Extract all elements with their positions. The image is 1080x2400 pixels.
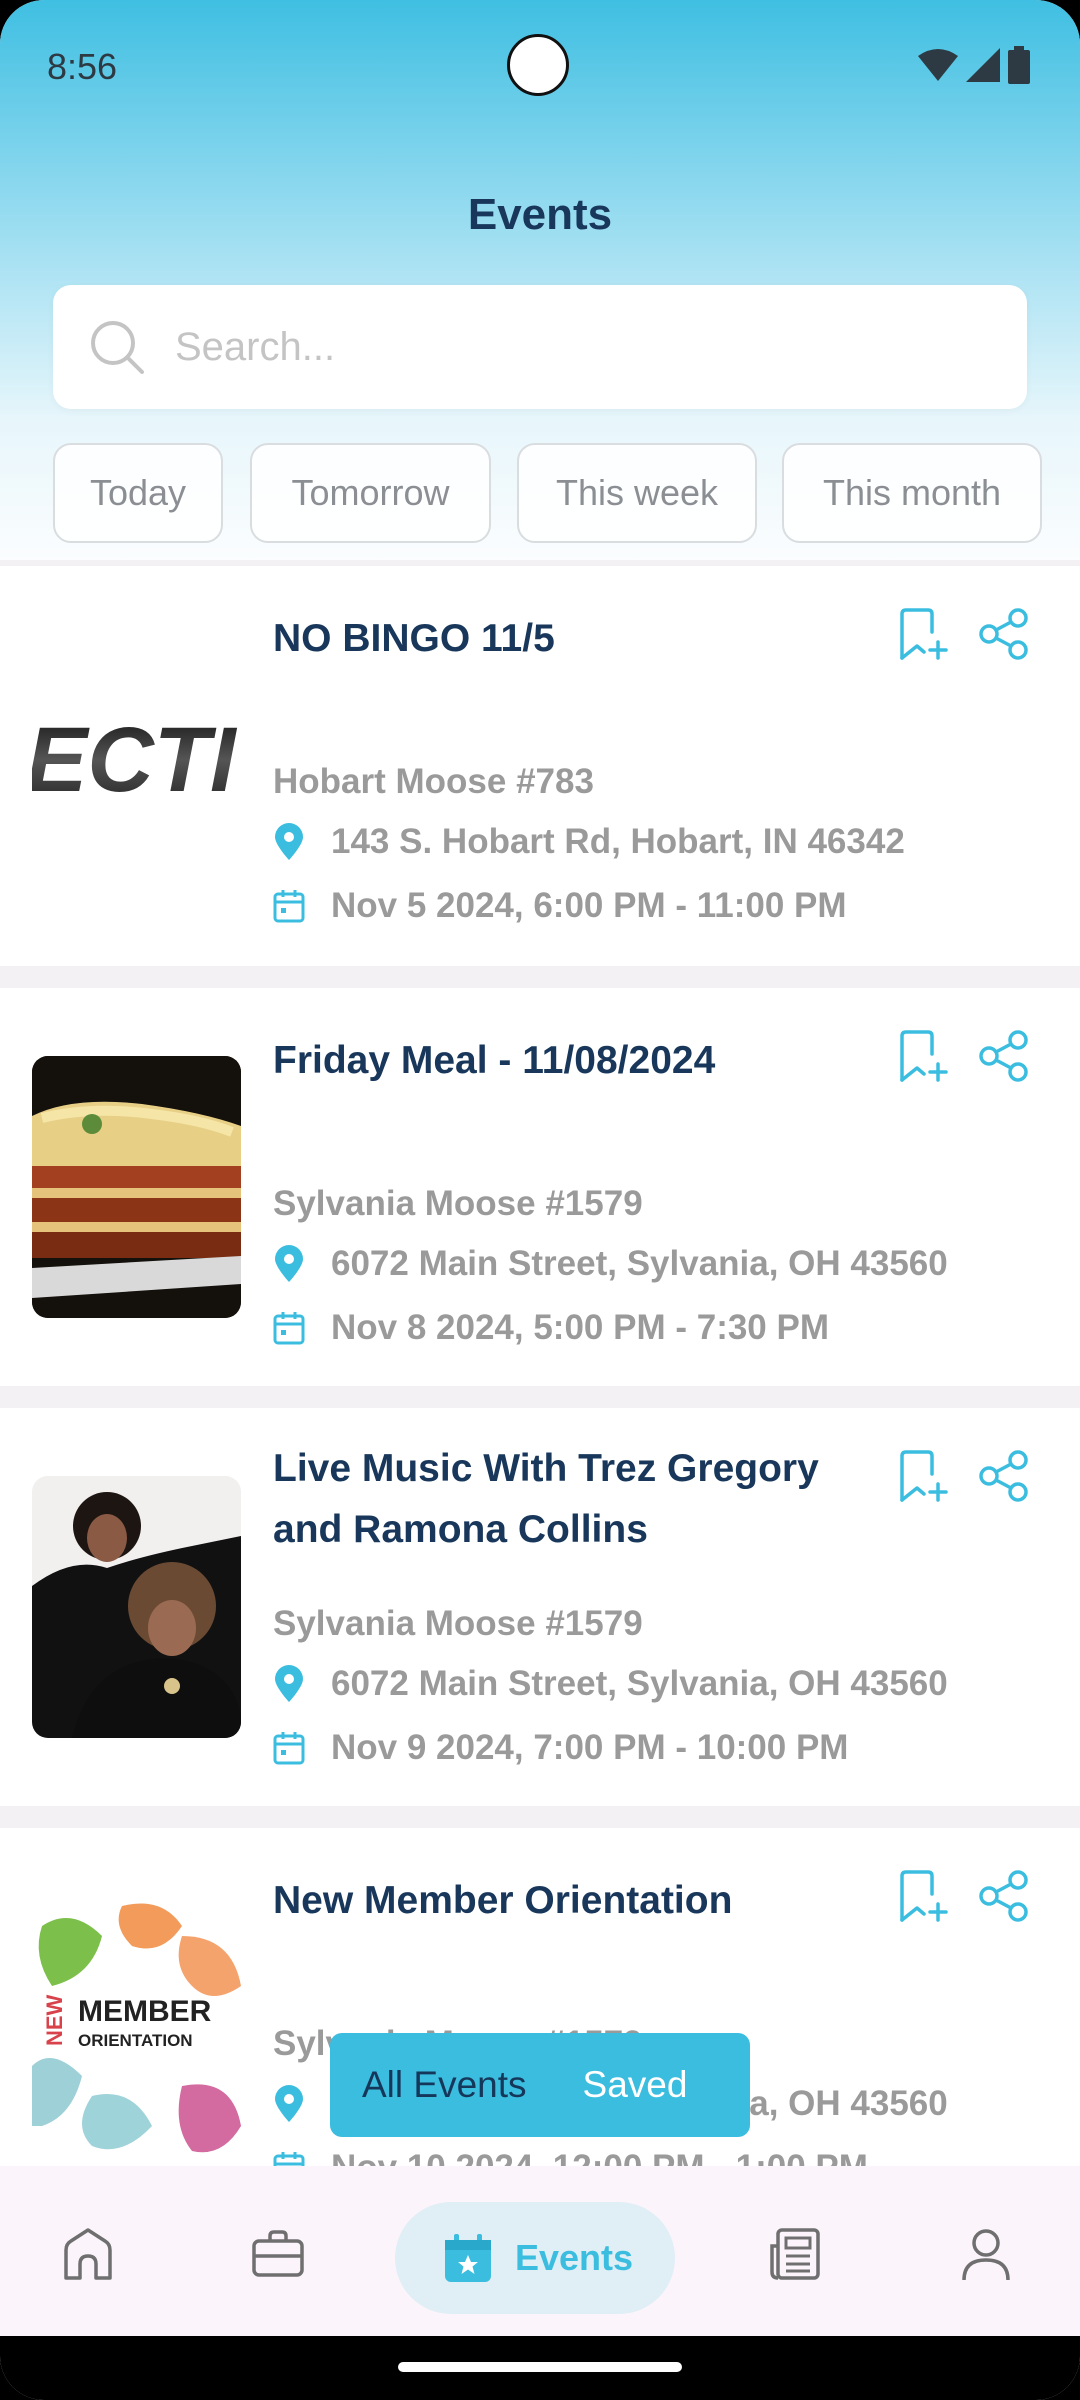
signal-icon bbox=[966, 48, 1000, 82]
bookmark-add-icon[interactable] bbox=[894, 1868, 948, 1924]
event-datetime: Nov 9 2024, 7:00 PM - 10:00 PM bbox=[331, 1728, 849, 1767]
event-address: 143 S. Hobart Rd, Hobart, IN 46342 bbox=[331, 822, 905, 861]
bottom-navigation: Events bbox=[0, 2166, 1080, 2336]
nav-events[interactable]: Events bbox=[395, 2202, 675, 2314]
musicians-photo bbox=[32, 1476, 241, 1738]
svg-text:MEMBER: MEMBER bbox=[78, 1995, 212, 2028]
event-actions bbox=[894, 1448, 1032, 1504]
event-actions bbox=[894, 606, 1032, 662]
event-address-row: 6072 Main Street, Sylvania, OH 43560 bbox=[273, 1664, 948, 1704]
camera-cutout bbox=[507, 34, 569, 96]
events-saved-toggle: All Events Saved bbox=[330, 2033, 750, 2137]
event-image bbox=[32, 1056, 241, 1318]
event-title[interactable]: New Member Orientation bbox=[273, 1870, 873, 1931]
screen: 8:56 Events Today Tomorrow This week Thi… bbox=[0, 0, 1080, 2400]
all-events-tab[interactable]: All Events bbox=[362, 2064, 527, 2106]
status-time: 8:56 bbox=[47, 46, 118, 87]
page-title: Events bbox=[467, 190, 613, 239]
nav-events-label: Events bbox=[515, 2237, 634, 2278]
share-icon[interactable] bbox=[976, 1868, 1032, 1924]
search-icon bbox=[91, 321, 144, 374]
event-datetime: Nov 8 2024, 5:00 PM - 7:30 PM bbox=[331, 1308, 829, 1347]
event-actions bbox=[894, 1028, 1032, 1084]
share-icon[interactable] bbox=[976, 1448, 1032, 1504]
calendar-icon bbox=[273, 1732, 305, 1765]
filter-this-week[interactable]: This week bbox=[517, 443, 757, 543]
event-card[interactable]: Live Music With Trez Gregory and Ramona … bbox=[0, 1408, 1080, 1806]
event-address: 6072 Main Street, Sylvania, OH 43560 bbox=[331, 1664, 948, 1703]
event-date-row: Nov 9 2024, 7:00 PM - 10:00 PM bbox=[273, 1728, 848, 1768]
lasagna-image bbox=[32, 1056, 241, 1318]
event-lodge: Sylvania Moose #1579 bbox=[273, 1184, 643, 1223]
battery-icon bbox=[1008, 46, 1030, 84]
event-lodge: Hobart Moose #783 bbox=[273, 762, 594, 801]
event-title[interactable]: Live Music With Trez Gregory and Ramona … bbox=[273, 1438, 873, 1560]
event-card[interactable]: ECTI NO BINGO 11/5 Hobart Moose #783 143… bbox=[0, 566, 1080, 966]
event-address-row: 6072 Main Street, Sylvania, OH 43560 bbox=[273, 1244, 948, 1284]
filter-this-month[interactable]: This month bbox=[782, 443, 1042, 543]
bookmark-add-icon[interactable] bbox=[894, 1028, 948, 1084]
location-pin-icon bbox=[275, 823, 303, 860]
gesture-bar bbox=[0, 2336, 1080, 2400]
bookmark-add-icon[interactable] bbox=[894, 1448, 948, 1504]
filter-tomorrow[interactable]: Tomorrow bbox=[250, 443, 491, 543]
event-card[interactable]: Friday Meal - 11/08/2024 Sylvania Moose … bbox=[0, 988, 1080, 1386]
status-icons bbox=[918, 46, 1030, 84]
location-pin-icon bbox=[275, 1665, 303, 1702]
saved-tab[interactable]: Saved bbox=[583, 2064, 688, 2106]
bookmark-add-icon[interactable] bbox=[894, 606, 948, 662]
calendar-icon bbox=[273, 890, 305, 923]
event-date-row: Nov 5 2024, 6:00 PM - 11:00 PM bbox=[273, 886, 847, 926]
svg-text:NEW: NEW bbox=[42, 1994, 67, 2046]
event-title[interactable]: Friday Meal - 11/08/2024 bbox=[273, 1030, 873, 1091]
event-actions bbox=[894, 1868, 1032, 1924]
share-icon[interactable] bbox=[976, 1028, 1032, 1084]
event-date-row: Nov 8 2024, 5:00 PM - 7:30 PM bbox=[273, 1308, 829, 1348]
event-image: ECTI bbox=[32, 636, 241, 898]
search-input[interactable] bbox=[173, 323, 997, 371]
search-bar[interactable] bbox=[53, 285, 1027, 409]
svg-text:ORIENTATION: ORIENTATION bbox=[78, 2031, 193, 2050]
event-datetime: Nov 5 2024, 6:00 PM - 11:00 PM bbox=[331, 886, 847, 925]
event-address: 6072 Main Street, Sylvania, OH 43560 bbox=[331, 1244, 948, 1283]
profile-icon[interactable] bbox=[958, 2226, 1014, 2282]
calendar-star-icon bbox=[445, 2234, 491, 2282]
filter-today[interactable]: Today bbox=[53, 443, 223, 543]
event-image-graphic: ECTI bbox=[32, 709, 238, 811]
event-address-row: 143 S. Hobart Rd, Hobart, IN 46342 bbox=[273, 822, 905, 862]
home-indicator[interactable] bbox=[398, 2362, 682, 2372]
news-icon[interactable] bbox=[766, 2226, 822, 2282]
svg-text:ECTI: ECTI bbox=[32, 709, 238, 811]
calendar-icon bbox=[273, 1312, 305, 1345]
orientation-puzzle-image: NEW MEMBER ORIENTATION bbox=[32, 1896, 241, 2158]
wifi-icon bbox=[918, 49, 958, 81]
event-image: NEW MEMBER ORIENTATION bbox=[32, 1896, 241, 2158]
home-icon[interactable] bbox=[60, 2226, 116, 2282]
location-pin-icon bbox=[275, 1245, 303, 1282]
event-lodge: Sylvania Moose #1579 bbox=[273, 1604, 643, 1643]
event-image bbox=[32, 1476, 241, 1738]
event-title[interactable]: NO BINGO 11/5 bbox=[273, 608, 873, 669]
share-icon[interactable] bbox=[976, 606, 1032, 662]
briefcase-icon[interactable] bbox=[250, 2226, 306, 2282]
location-pin-icon bbox=[275, 2085, 303, 2122]
